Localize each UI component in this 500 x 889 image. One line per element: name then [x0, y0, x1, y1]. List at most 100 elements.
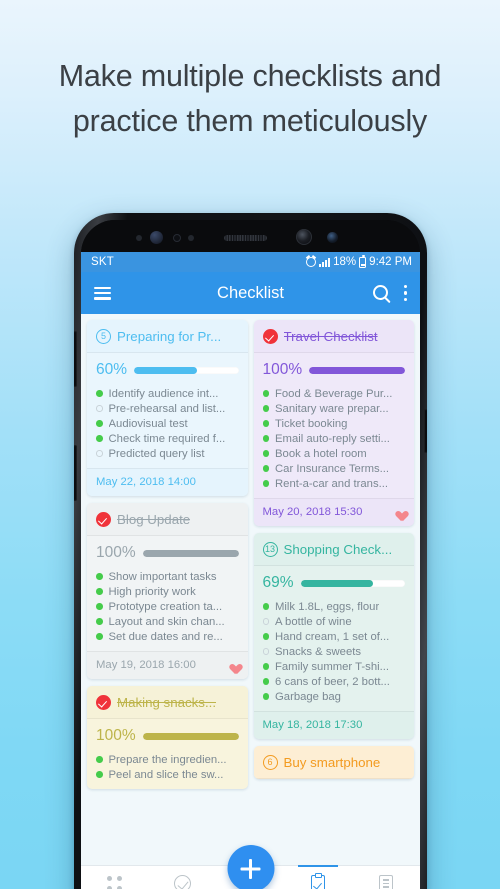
add-checklist-fab[interactable]: [227, 845, 274, 889]
progress-bar: [300, 579, 405, 587]
led-indicator-icon: [188, 235, 194, 241]
task-label: Milk 1.8L, eggs, flour: [275, 600, 380, 613]
task-item[interactable]: Check time required f...: [96, 431, 239, 446]
front-camera-icon: [296, 229, 312, 245]
task-done-dot-icon[interactable]: [96, 603, 103, 610]
task-done-dot-icon[interactable]: [262, 420, 269, 427]
item-count-badge: 5: [96, 329, 111, 344]
task-item[interactable]: Car Insurance Terms...: [262, 461, 406, 476]
task-item[interactable]: Book a hotel room: [262, 446, 406, 461]
task-done-dot-icon[interactable]: [262, 693, 269, 700]
task-item[interactable]: Audiovisual test: [96, 416, 239, 431]
task-done-dot-icon[interactable]: [262, 390, 269, 397]
task-pending-dot-icon[interactable]: [262, 648, 269, 655]
task-item[interactable]: Food & Beverage Pur...: [262, 386, 406, 401]
task-label: Hand cream, 1 set of...: [275, 630, 390, 643]
task-item[interactable]: Prototype creation ta...: [96, 599, 239, 614]
battery-percent-label: 18%: [333, 256, 357, 268]
power-button[interactable]: [424, 409, 427, 453]
nav-item-checklist[interactable]: [284, 865, 352, 889]
favorite-heart-icon[interactable]: [393, 507, 405, 518]
task-label: Pre-rehearsal and list...: [108, 402, 226, 415]
task-done-dot-icon[interactable]: [262, 633, 269, 640]
task-done-dot-icon[interactable]: [96, 420, 103, 427]
progress-bar-fill: [300, 579, 373, 587]
task-item[interactable]: Snacks & sweets: [262, 644, 406, 659]
checklist-card[interactable]: 6 Buy smartphone: [253, 746, 414, 779]
checklist-card[interactable]: 5 Preparing for Pr... 60% Identify audience…: [87, 320, 248, 496]
nav-item-notes[interactable]: [352, 866, 420, 889]
card-footer: May 20, 2018 15:30: [253, 498, 414, 526]
task-item[interactable]: Hand cream, 1 set of...: [262, 629, 406, 644]
phone-screen-bezel: SKT 18% 9:42 PM Checklist 5 Preparing fo…: [81, 220, 420, 889]
card-body: 69% Milk 1.8L, eggs, flour A bottle of win…: [254, 566, 415, 711]
task-item[interactable]: Peel and slice the sw...: [96, 767, 239, 782]
task-item[interactable]: Predicted query list: [96, 446, 239, 461]
task-item[interactable]: Show important tasks: [96, 569, 239, 584]
task-item[interactable]: High priority work: [96, 584, 239, 599]
progress-percent-label: 100%: [262, 361, 303, 378]
progress-bar-fill: [134, 366, 197, 374]
task-done-dot-icon[interactable]: [262, 663, 269, 670]
progress-percent-label: 69%: [262, 574, 294, 591]
task-item[interactable]: Family summer T-shi...: [262, 659, 406, 674]
task-label: Set due dates and re...: [108, 630, 223, 643]
task-item[interactable]: Set due dates and re...: [96, 629, 239, 644]
card-header: Travel Checklist: [253, 320, 414, 353]
signal-strength-icon: [319, 257, 331, 267]
favorite-heart-icon[interactable]: [227, 660, 239, 671]
task-done-dot-icon[interactable]: [96, 435, 103, 442]
phone-top-bezel: [81, 220, 420, 252]
task-item[interactable]: A bottle of wine: [262, 614, 406, 629]
task-done-dot-icon[interactable]: [262, 405, 269, 412]
task-item[interactable]: Ticket booking: [262, 416, 406, 431]
task-item[interactable]: Email auto-reply setti...: [262, 431, 406, 446]
checklist-card[interactable]: Blog Update 100% Show important tasks High …: [87, 503, 248, 679]
task-done-dot-icon[interactable]: [96, 390, 103, 397]
task-item[interactable]: Garbage bag: [262, 689, 406, 704]
volume-down-button[interactable]: [74, 445, 77, 501]
progress-row: 69%: [262, 574, 405, 592]
nav-item-tasks[interactable]: [149, 866, 217, 889]
task-item[interactable]: Rent-a-car and trans...: [262, 476, 406, 491]
task-done-dot-icon[interactable]: [262, 603, 269, 610]
checklist-card[interactable]: Travel Checklist 100% Food & Beverage Pur.…: [253, 320, 414, 526]
search-icon[interactable]: [372, 285, 388, 301]
hamburger-icon[interactable]: [94, 286, 111, 300]
task-item[interactable]: Prepare the ingredien...: [96, 752, 239, 767]
task-done-dot-icon[interactable]: [96, 618, 103, 625]
task-label: Sanitary ware prepar...: [275, 402, 389, 415]
task-done-dot-icon[interactable]: [96, 588, 103, 595]
checklist-card[interactable]: 13 Shopping Check... 69% Milk 1.8L, eggs, f…: [253, 533, 415, 739]
task-item[interactable]: Milk 1.8L, eggs, flour: [262, 599, 406, 614]
card-header: 5 Preparing for Pr...: [87, 320, 248, 353]
task-done-dot-icon[interactable]: [262, 465, 269, 472]
task-done-dot-icon[interactable]: [262, 435, 269, 442]
phone-mockup: SKT 18% 9:42 PM Checklist 5 Preparing fo…: [74, 213, 427, 889]
task-pending-dot-icon[interactable]: [96, 450, 103, 457]
task-done-dot-icon[interactable]: [96, 633, 103, 640]
nav-item-dashboard[interactable]: [81, 866, 149, 889]
task-done-dot-icon[interactable]: [96, 771, 103, 778]
checklist-board[interactable]: 5 Preparing for Pr... 60% Identify audience…: [81, 314, 420, 865]
progress-bar: [142, 732, 239, 740]
checklist-card[interactable]: Making snacks... 100% Prepare the ingredie…: [87, 686, 248, 789]
task-done-dot-icon[interactable]: [262, 480, 269, 487]
task-done-dot-icon[interactable]: [262, 450, 269, 457]
due-date-label: May 19, 2018 16:00: [96, 659, 196, 671]
task-item[interactable]: Layout and skin chan...: [96, 614, 239, 629]
task-done-dot-icon[interactable]: [96, 756, 103, 763]
card-header: 13 Shopping Check...: [253, 533, 414, 566]
more-vertical-icon[interactable]: [403, 284, 407, 302]
task-item[interactable]: Identify audience int...: [96, 386, 239, 401]
volume-up-button[interactable]: [74, 331, 77, 387]
task-item[interactable]: 6 cans of beer, 2 bott...: [262, 674, 406, 689]
task-label: Family summer T-shi...: [275, 660, 390, 673]
task-item[interactable]: Pre-rehearsal and list...: [96, 401, 239, 416]
task-item[interactable]: Sanitary ware prepar...: [262, 401, 406, 416]
task-pending-dot-icon[interactable]: [262, 618, 269, 625]
task-done-dot-icon[interactable]: [96, 573, 103, 580]
progress-percent-label: 60%: [96, 361, 128, 378]
task-pending-dot-icon[interactable]: [96, 405, 103, 412]
task-done-dot-icon[interactable]: [262, 678, 269, 685]
